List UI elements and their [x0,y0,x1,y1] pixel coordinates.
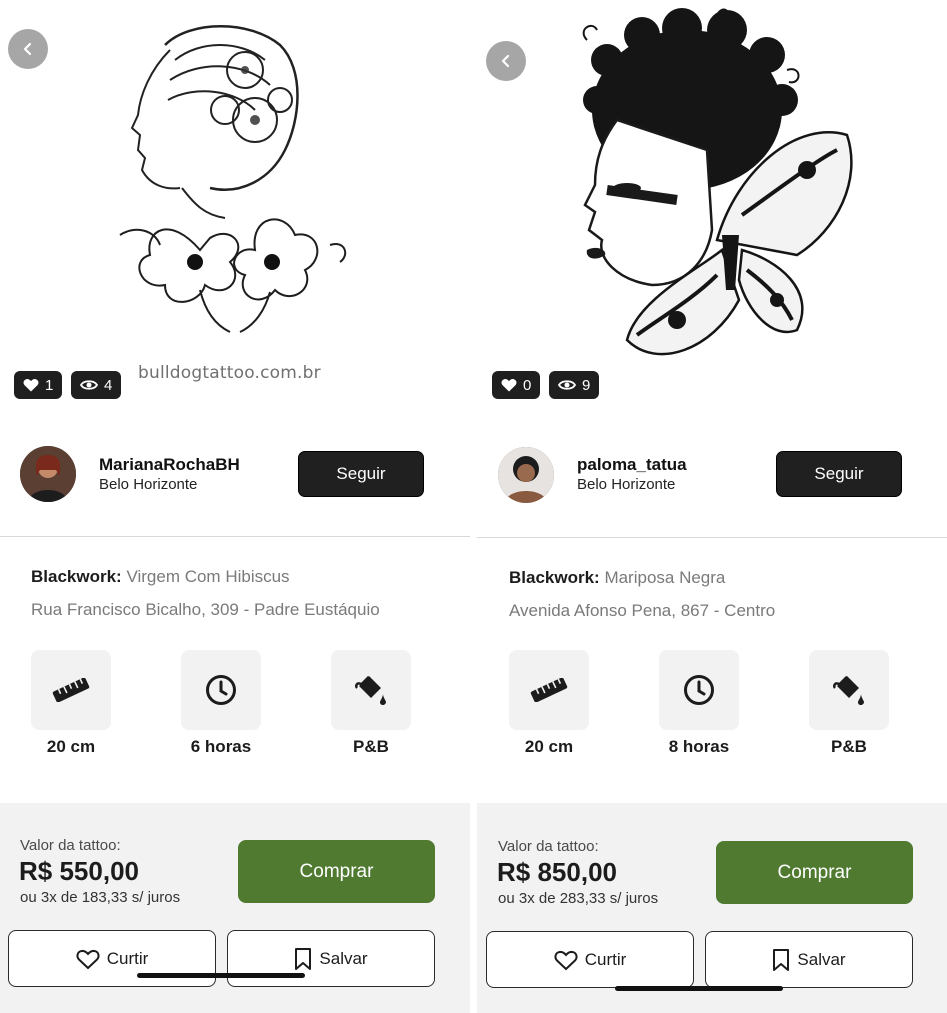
follow-button[interactable]: Seguir [298,451,424,497]
clock-icon [206,675,236,705]
feature-size: 20 cm [509,650,589,757]
artist-photo-icon [498,447,554,503]
tattoo-image: 0 9 [477,0,947,415]
feature-color: P&B [331,650,411,757]
like-button-label: Curtir [584,949,627,969]
feature-color-label: P&B [353,737,389,756]
artist-header: MarianaRochaBH Belo Horizonte Seguir [0,436,470,516]
heart-icon [501,379,517,392]
style-label: Blackwork: [31,567,122,586]
installments-text: ou 3x de 183,33 s/ juros [20,889,181,906]
heart-outline-icon [554,950,578,970]
like-button[interactable]: Curtir [486,931,694,988]
views-count: 4 [104,376,113,394]
likes-badge: 0 [492,371,541,399]
save-button-label: Salvar [797,949,846,969]
eye-icon [80,380,98,390]
avatar[interactable] [20,446,76,502]
installments-text: ou 3x de 283,33 s/ juros [498,890,659,907]
feature-size-tile [509,650,589,730]
ruler-icon [52,678,90,702]
studio-address: Avenida Afonso Pena, 867 - Centro [509,601,776,620]
tattoo-artwork-woman-moth [582,8,853,356]
paint-bucket-icon [354,675,386,705]
views-badge: 4 [71,371,122,399]
feature-duration-label: 8 horas [668,737,730,756]
heart-icon [23,379,39,392]
artist-city: Belo Horizonte [99,476,198,493]
price-caption: Valor da tattoo: [498,838,599,855]
artist-name[interactable]: MarianaRochaBH [99,455,240,475]
image-watermark: bulldogtattoo.com.br [138,363,321,383]
feature-size-label: 20 cm [46,737,96,756]
likes-count: 1 [45,376,54,394]
tattoo-name: Mariposa Negra [604,568,726,587]
feature-color-label: P&B [831,737,867,756]
tattoo-title: Blackwork: Mariposa Negra [509,568,725,588]
feature-color-tile [809,650,889,730]
tattoo-image: 1 4 bulldogtattoo.com.br [0,0,470,415]
feature-duration-tile [659,650,739,730]
feature-size-tile [31,650,111,730]
avatar[interactable] [498,447,554,503]
artist-name[interactable]: paloma_tatua [577,455,687,475]
bookmark-icon [295,947,312,970]
purchase-section: Valor da tattoo: R$ 550,00 ou 3x de 183,… [0,803,470,1013]
artist-photo-icon [20,446,76,502]
purchase-section: Valor da tattoo: R$ 850,00 ou 3x de 283,… [477,803,947,1013]
feature-color-tile [331,650,411,730]
price-caption: Valor da tattoo: [20,837,121,854]
feature-duration: 8 horas [659,650,739,757]
save-button[interactable]: Salvar [227,930,435,987]
feature-color: P&B [809,650,889,757]
artist-header: paloma_tatua Belo Horizonte Seguir [477,436,947,516]
feature-duration: 6 horas [181,650,261,757]
price-value: R$ 550,00 [19,856,139,886]
studio-address: Rua Francisco Bicalho, 309 - Padre Eustá… [31,600,380,619]
back-button[interactable] [486,41,526,81]
clock-icon [684,675,714,705]
heart-outline-icon [76,949,100,969]
tattoo-name: Virgem Com Hibiscus [126,567,290,586]
style-label: Blackwork: [509,568,600,587]
feature-duration-tile [181,650,261,730]
likes-badge: 1 [14,371,63,399]
feature-size: 20 cm [31,650,111,757]
tattoo-detail-panel-right: 0 9 paloma_tatua Belo Horizonte Seguir B… [477,0,947,1013]
save-button-label: Salvar [319,948,368,968]
like-button-label: Curtir [106,948,149,968]
divider [477,537,947,538]
buy-button[interactable]: Comprar [716,841,913,904]
buy-button[interactable]: Comprar [238,840,435,903]
chevron-left-icon [501,54,510,68]
views-badge: 9 [549,371,600,399]
divider [0,536,470,537]
chevron-left-icon [23,42,32,56]
home-indicator [137,973,305,978]
paint-bucket-icon [832,675,864,705]
tattoo-detail-panel-left: 1 4 bulldogtattoo.com.br MarianaRochaBH … [0,0,470,1013]
artist-city: Belo Horizonte [577,476,676,493]
price-value: R$ 850,00 [497,857,617,887]
likes-count: 0 [523,376,532,394]
tattoo-title: Blackwork: Virgem Com Hibiscus [31,567,290,587]
feature-duration-label: 6 horas [190,737,252,756]
ruler-icon [530,678,568,702]
save-button[interactable]: Salvar [705,931,913,988]
like-button[interactable]: Curtir [8,930,216,987]
bookmark-icon [773,948,790,971]
home-indicator [615,986,783,991]
follow-button[interactable]: Seguir [776,451,902,497]
tattoo-artwork-woman-hibiscus [119,25,347,333]
back-button[interactable] [8,29,48,69]
views-count: 9 [582,376,591,394]
eye-icon [558,380,576,390]
feature-size-label: 20 cm [524,737,574,756]
